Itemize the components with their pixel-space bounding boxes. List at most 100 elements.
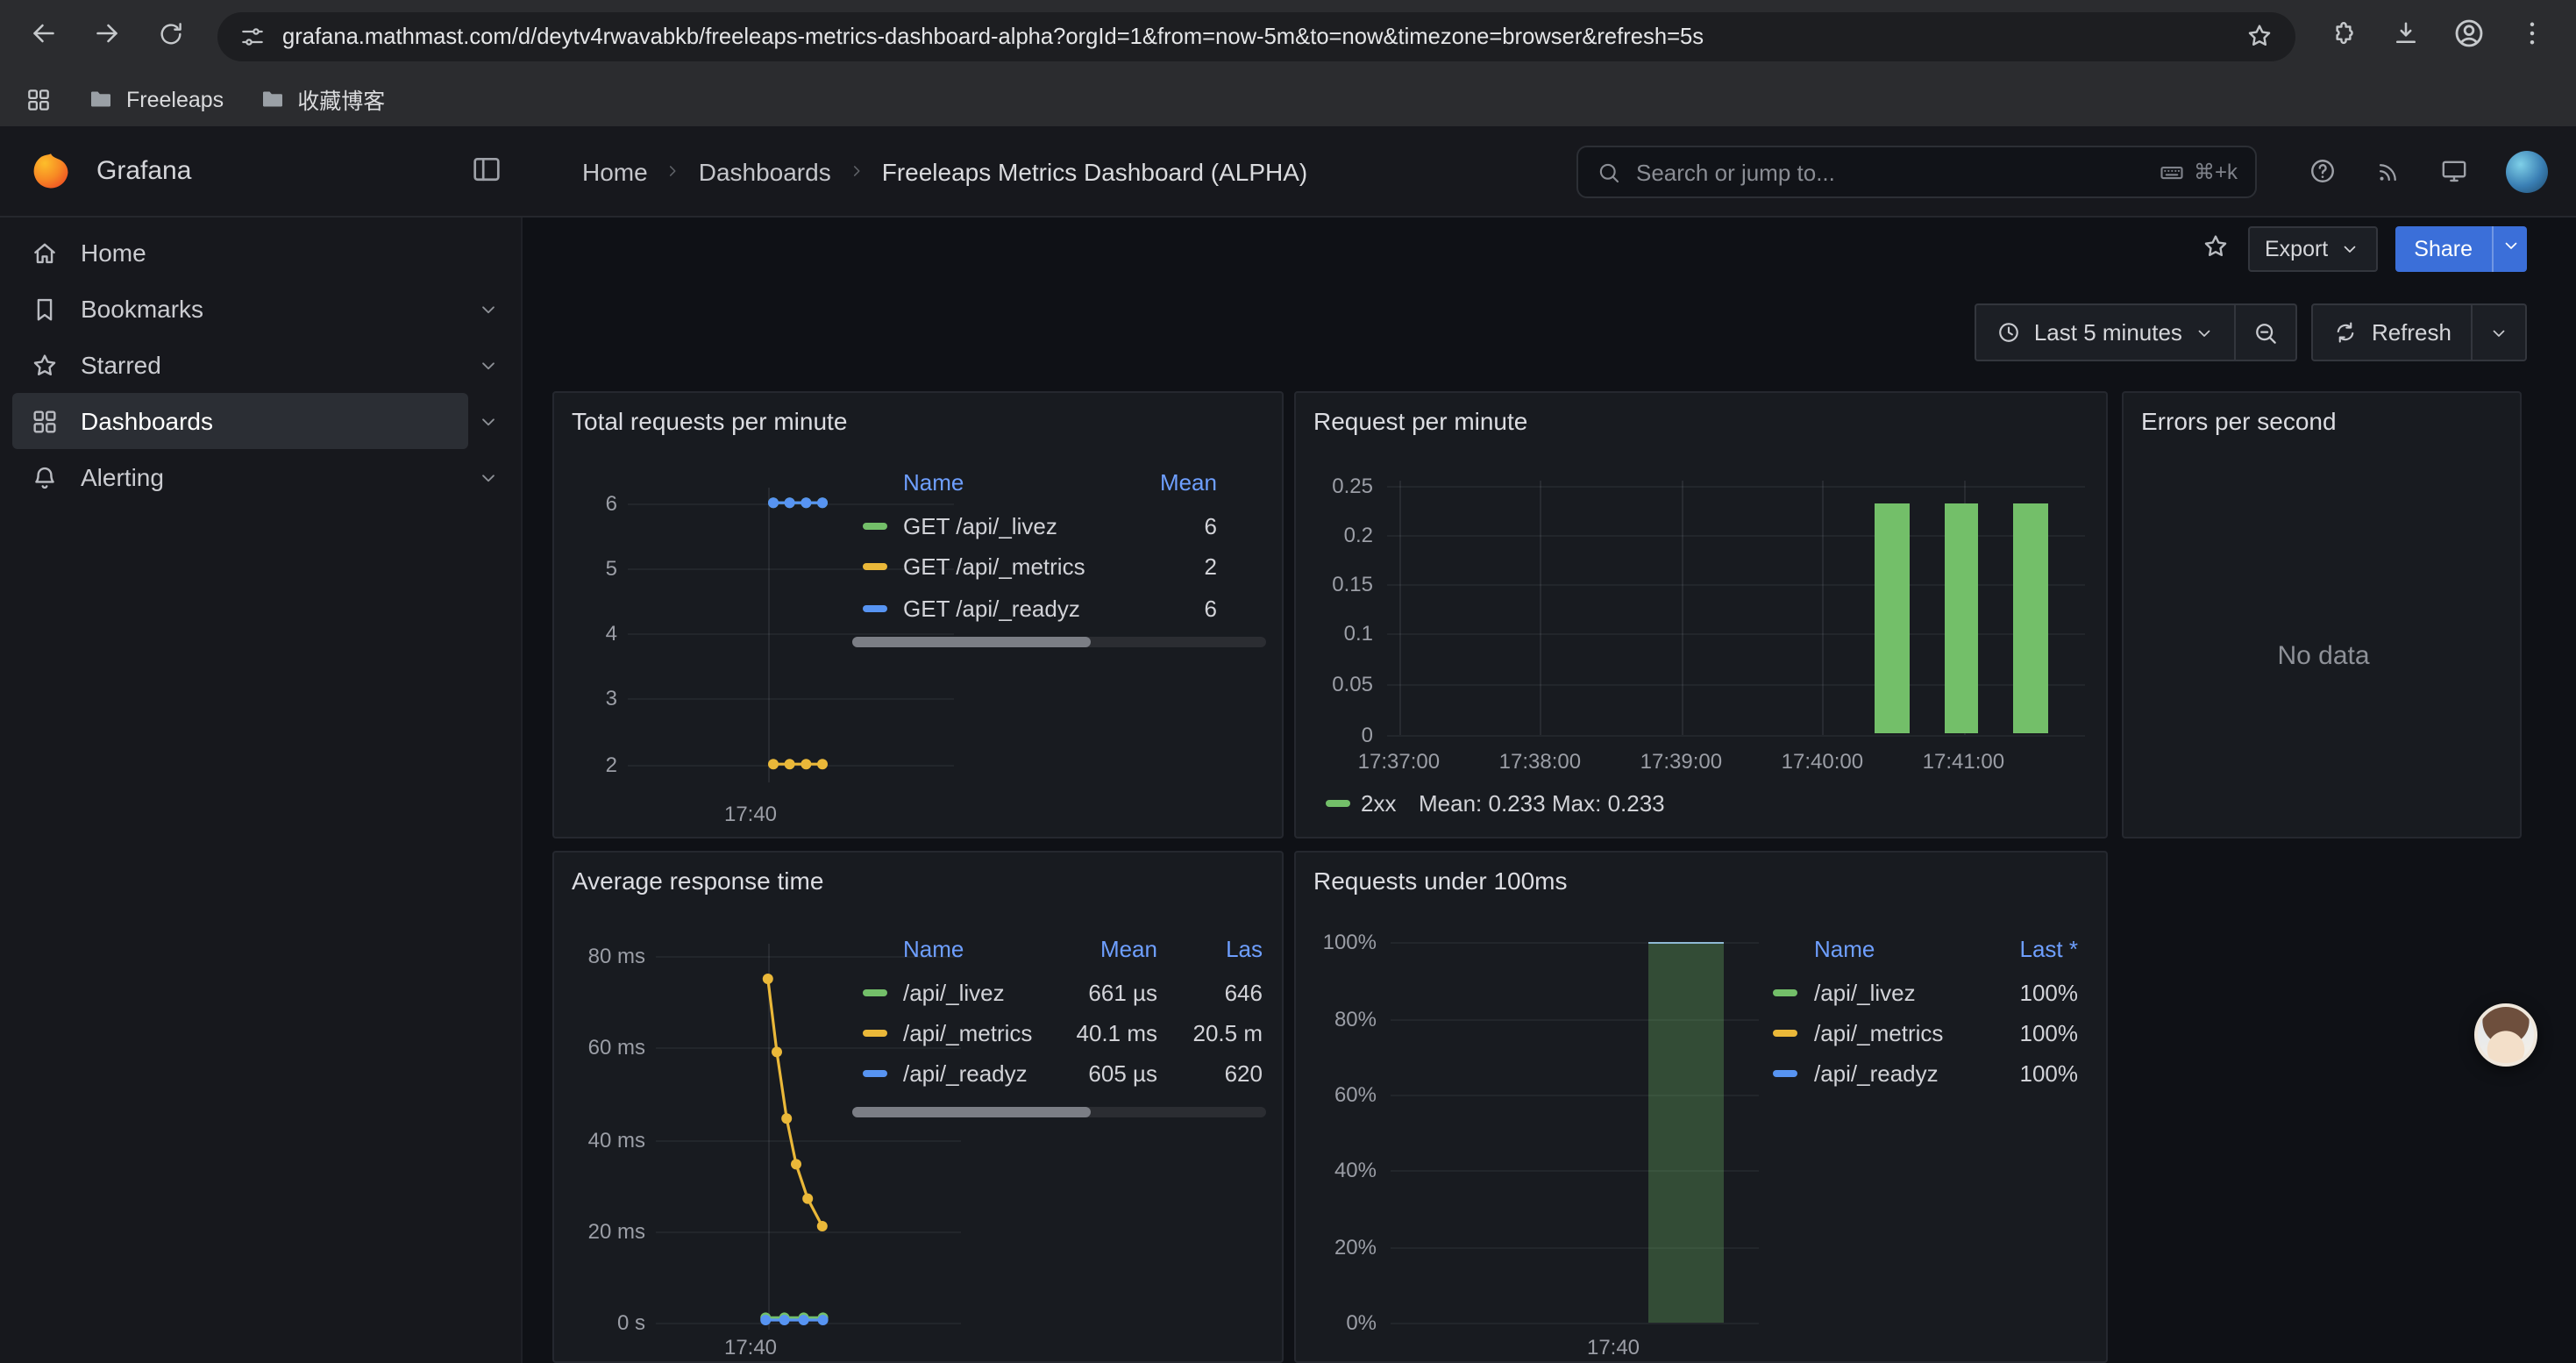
panel-average-response-time: Average response time 80 ms60 ms40 ms20 … (552, 851, 1284, 1363)
series-color-swatch[interactable] (863, 1030, 887, 1037)
legend-value: 6 (1024, 596, 1217, 622)
series-color-swatch[interactable] (863, 564, 887, 571)
sidebar-item-label: Dashboards (81, 407, 213, 435)
forward-button[interactable] (77, 6, 137, 66)
chevron-down-icon[interactable] (468, 353, 507, 376)
assistant-avatar[interactable] (2474, 1003, 2537, 1067)
series-color-swatch[interactable] (1773, 1071, 1797, 1078)
y-tick-label: 80 ms (523, 944, 645, 968)
bookmark-icon (30, 294, 60, 324)
breadcrumb-item[interactable]: Dashboards (699, 157, 831, 185)
gridline-vertical (1540, 481, 1541, 734)
refresh-label: Refresh (2372, 319, 2451, 346)
bookmark-star-icon[interactable] (2245, 21, 2274, 51)
legend-column-header[interactable]: Name (903, 937, 964, 963)
gridline-vertical (1398, 481, 1400, 734)
x-tick-label: 17:40 (1587, 1335, 1640, 1359)
bell-icon (30, 462, 60, 492)
gridline (628, 503, 954, 504)
search-input[interactable]: Search or jump to... ⌘+k (1576, 146, 2257, 198)
time-range-picker[interactable]: Last 5 minutes (1975, 303, 2237, 361)
series-color-swatch[interactable] (1773, 988, 1797, 995)
refresh-interval-button[interactable] (2473, 303, 2527, 361)
x-tick-label: 17:39:00 (1640, 749, 1722, 774)
sidebar-item-home[interactable]: Home (12, 225, 468, 281)
series-color-swatch[interactable] (863, 988, 887, 995)
url-text: grafana.mathmast.com/d/deytv4rwavabkb/fr… (282, 23, 2229, 49)
chevron-down-icon[interactable] (468, 466, 507, 489)
legend-column-header[interactable]: Name (903, 469, 964, 496)
chevron-down-icon[interactable] (468, 297, 507, 320)
legend-value: 100% (1885, 1061, 2078, 1088)
panel-left-icon (470, 153, 503, 191)
sidebar-toggle-button[interactable] (470, 153, 503, 191)
search-placeholder: Search or jump to... (1636, 159, 1835, 185)
reload-button[interactable] (140, 6, 200, 66)
y-tick-label: 0.05 (1180, 671, 1373, 696)
help-icon[interactable] (2308, 156, 2338, 186)
y-tick-label: 0% (1184, 1310, 1377, 1335)
chevron-down-icon[interactable] (468, 410, 507, 432)
apps-grid-icon[interactable] (25, 85, 53, 113)
legend-scrollbar-thumb[interactable] (852, 1107, 1091, 1117)
y-tick-label: 0.15 (1180, 573, 1373, 597)
legend-stat: Mean: 0.233 (1419, 790, 1546, 817)
breadcrumb: Home Dashboards Freeleaps Metrics Dashboar… (582, 126, 1307, 216)
breadcrumb-item[interactable]: Freeleaps Metrics Dashboard (ALPHA) (882, 157, 1308, 185)
average-response-time-chart: 80 ms60 ms40 ms20 ms0 s17:40NameMeanLas/… (554, 853, 1282, 1361)
breadcrumb-item[interactable]: Home (582, 157, 648, 185)
site-info-icon[interactable] (238, 22, 267, 50)
gridline-vertical (768, 488, 770, 782)
series-color-swatch[interactable] (863, 522, 887, 529)
downloads-button[interactable] (2376, 6, 2436, 66)
y-tick-label: 40 ms (523, 1128, 645, 1152)
rss-icon[interactable] (2374, 157, 2402, 185)
browser-profile-button[interactable] (2439, 6, 2499, 66)
zoom-out-button[interactable] (2237, 303, 2298, 361)
gridline-vertical (1681, 481, 1683, 734)
series-color-swatch[interactable] (863, 605, 887, 612)
legend-series-name[interactable]: 2xx (1361, 790, 1396, 817)
extensions-button[interactable] (2313, 6, 2373, 66)
search-shortcut: ⌘+k (2194, 160, 2238, 184)
y-tick-label: 5 (523, 556, 617, 581)
x-tick-label: 17:40 (724, 802, 777, 826)
share-menu-button[interactable] (2492, 225, 2527, 271)
legend-column-header[interactable]: Last * (1885, 937, 2078, 963)
legend-scrollbar-thumb[interactable] (852, 637, 1091, 647)
back-button[interactable] (14, 6, 74, 66)
time-controls: Last 5 minutes Refresh (1975, 303, 2527, 361)
sidebar: HomeBookmarksStarred Dashboards Alerting (0, 218, 523, 1363)
url-bar[interactable]: grafana.mathmast.com/d/deytv4rwavabkb/fr… (217, 11, 2295, 61)
bar (1875, 503, 1910, 734)
favorite-star-button[interactable] (2200, 231, 2230, 266)
export-button[interactable]: Export (2247, 225, 2377, 271)
share-button[interactable]: Share (2395, 225, 2492, 271)
refresh-icon (2333, 319, 2359, 346)
legend-value: 100% (1885, 1020, 2078, 1046)
search-icon (1596, 159, 1622, 185)
gridline (656, 1323, 961, 1324)
series-color-swatch[interactable] (1326, 800, 1350, 807)
gridline-vertical (768, 944, 770, 1330)
bookmark-folder[interactable]: Freeleaps (88, 82, 224, 116)
series-color-swatch[interactable] (1773, 1030, 1797, 1037)
bookmark-folder[interactable]: 收藏博客 (259, 82, 385, 116)
browser-menu-button[interactable] (2502, 6, 2562, 66)
sidebar-item-bookmarks[interactable]: Bookmarks (12, 281, 468, 337)
chevron-down-icon (2500, 235, 2521, 261)
gridline-vertical (1822, 481, 1824, 734)
grafana-logo[interactable] (28, 148, 74, 194)
sidebar-item-starred[interactable]: Starred (12, 337, 468, 393)
user-avatar[interactable] (2506, 150, 2548, 192)
appsgrid-icon (30, 406, 60, 436)
series-color-swatch[interactable] (863, 1071, 887, 1078)
bar (1648, 943, 1724, 1323)
sidebar-item-alerting[interactable]: Alerting (12, 449, 468, 505)
refresh-button[interactable]: Refresh (2312, 303, 2473, 361)
bookmark-items: Freeleaps 收藏博客 (88, 82, 385, 116)
monitor-icon[interactable] (2439, 156, 2469, 186)
legend-column-header[interactable]: Name (1814, 937, 1875, 963)
chevron-right-icon (847, 161, 866, 181)
sidebar-item-dashboards[interactable]: Dashboards (12, 393, 468, 449)
